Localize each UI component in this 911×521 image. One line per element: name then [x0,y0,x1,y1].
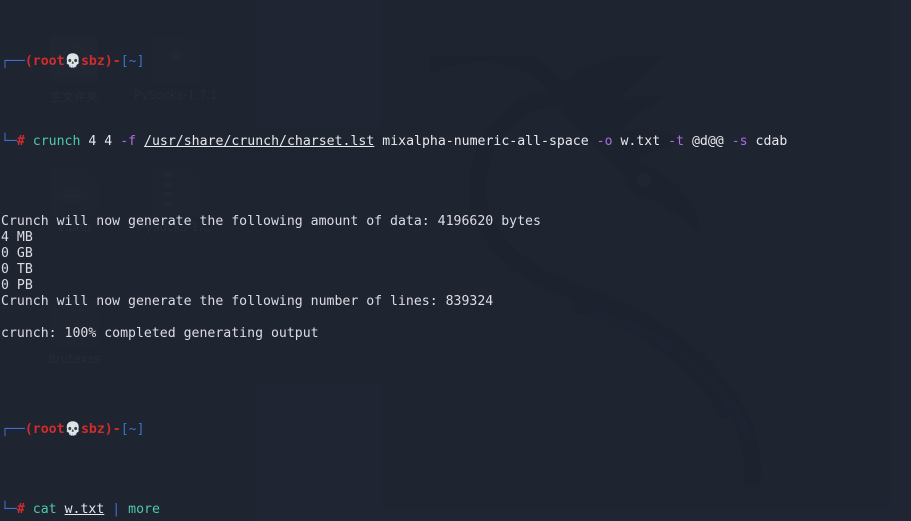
output-line: 0 TB [1,262,33,277]
command-line-2[interactable]: └─# cat w.txt | more [0,502,911,518]
charset-name: mixalpha-numeric-all-space [382,134,589,149]
output-line: 0 GB [1,246,33,261]
prompt-line-1-top: ┌──(root💀sbz)-[~] [0,54,911,70]
prompt-host: sbz [80,422,105,437]
prompt-open-paren: ( [24,54,33,69]
prompt-hash: # [16,502,25,517]
output-file: w.txt [620,134,661,149]
skull-icon: 💀 [64,422,81,437]
option-s: -s [731,134,748,149]
screen: 主文件夹 PySocks-1.7.1 1.php PySocks-1.... B… [0,0,911,521]
skull-icon: 💀 [64,54,81,69]
prompt-frame-bottom: └─ [1,134,17,149]
prompt-frame-top: ┌── [1,422,25,437]
prompt-close-paren: )- [104,54,121,69]
output-line: 0 PB [1,278,33,293]
prompt-hash: # [16,134,25,149]
command-name: cat [32,502,57,517]
output-line: Crunch will now generate the following a… [1,214,541,229]
prompt-cwd: [~] [120,54,145,69]
prompt-cwd: [~] [120,422,145,437]
start-string: cdab [755,134,788,149]
charset-path: /usr/share/crunch/charset.lst [144,134,375,149]
output-line: Crunch will now generate the following n… [1,294,494,309]
pipe-operator: | [112,502,121,517]
prompt-close-paren: )- [104,422,121,437]
prompt-host: sbz [80,54,105,69]
prompt-frame-top: ┌── [1,54,25,69]
input-file: w.txt [64,502,105,517]
command-name: crunch [32,134,81,149]
prompt-line-2-top: ┌──(root💀sbz)-[~] [0,422,911,438]
command-output-1: Crunch will now generate the following a… [0,214,911,358]
option-f: -f [120,134,137,149]
prompt-frame-bottom: └─ [1,502,17,517]
command-line-1[interactable]: └─# crunch 4 4 -f /usr/share/crunch/char… [0,134,911,150]
option-o: -o [596,134,613,149]
pattern-arg: @d@@ [691,134,724,149]
prompt-user: root [32,54,65,69]
option-t: -t [668,134,685,149]
prompt-open-paren: ( [24,422,33,437]
output-line: 4 MB [1,230,33,245]
terminal-window[interactable]: ┌──(root💀sbz)-[~] └─# crunch 4 4 -f /usr… [0,0,911,521]
output-line: crunch: 100% completed generating output [1,326,319,341]
prompt-user: root [32,422,65,437]
pager-command: more [128,502,160,517]
